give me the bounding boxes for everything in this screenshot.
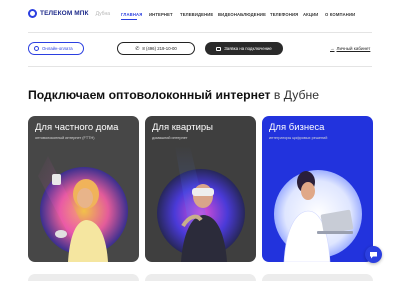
online-payment-label: Онлайн-оплата — [42, 46, 73, 51]
wallet-icon — [34, 46, 39, 51]
connection-request-button[interactable]: Заявка на подключение — [205, 42, 283, 55]
card-title: Для квартиры — [152, 122, 213, 133]
nav-item-video-surveillance[interactable]: ВИДЕОНАБЛЮДЕНИЕ — [218, 12, 270, 17]
phone-icon: ✆ — [135, 45, 140, 52]
card-title: Для частного дома — [35, 122, 119, 133]
actions-divider — [28, 66, 372, 67]
chat-button[interactable] — [365, 246, 382, 263]
card-private-house[interactable]: Для частного дома оптоволоконный интерне… — [28, 116, 139, 262]
logo[interactable]: ТЕЛЕКОМ МПК Дубна — [28, 9, 110, 18]
active-nav-underline — [121, 19, 137, 20]
nav-item-internet[interactable]: ИНТЕРНЕТ — [149, 12, 180, 17]
arrow-right-icon: → — [330, 46, 335, 51]
nav-item-tv[interactable]: ТЕЛЕВИДЕНИЕ — [180, 12, 218, 17]
card-next-row — [262, 274, 373, 281]
card-apartment[interactable]: Для квартиры домашний интернет — [145, 116, 256, 262]
page-title-main: Подключаем оптоволоконный интернет — [28, 88, 271, 102]
personal-account-label: Личный кабинет — [336, 46, 371, 51]
personal-account-link[interactable]: → Личный кабинет — [330, 46, 370, 51]
page-title: Подключаем оптоволоконный интернет в Дуб… — [28, 88, 319, 102]
connection-request-label: Заявка на подключение — [224, 46, 272, 51]
card-business[interactable]: Для бизнеса интеграторы цифровых решений — [262, 116, 373, 262]
logo-text: ТЕЛЕКОМ МПК — [40, 10, 89, 17]
card-subtitle: оптоволоконный интернет (FTTH) — [35, 136, 95, 140]
nav-item-telephony[interactable]: ТЕЛЕФОНИЯ — [270, 12, 303, 17]
card-title: Для бизнеса — [269, 122, 325, 133]
chat-icon — [370, 251, 377, 258]
header-divider — [28, 32, 372, 33]
nav-item-promotions[interactable]: АКЦИИ — [303, 12, 325, 17]
card-subtitle: домашний интернет — [152, 136, 188, 140]
page-title-city: в Дубне — [273, 88, 320, 102]
card-next-row — [145, 274, 256, 281]
phone-number: 8 (496) 219-10-00 — [142, 46, 177, 51]
nav-item-home[interactable]: ГЛАВНАЯ — [121, 12, 149, 17]
city-selector[interactable]: Дубна — [96, 11, 110, 17]
main-menu: ГЛАВНАЯ ИНТЕРНЕТ ТЕЛЕВИДЕНИЕ ВИДЕОНАБЛЮД… — [121, 12, 355, 17]
phone-button[interactable]: ✆ 8 (496) 219-10-00 — [117, 42, 195, 55]
nav-item-about[interactable]: О КОМПАНИИ — [325, 12, 355, 17]
document-icon — [216, 46, 222, 51]
logo-mark-icon — [28, 9, 37, 18]
card-subtitle: интеграторы цифровых решений — [269, 136, 328, 140]
card-next-row — [28, 274, 139, 281]
top-navigation: ТЕЛЕКОМ МПК Дубна ГЛАВНАЯ ИНТЕРНЕТ ТЕЛЕВ… — [0, 0, 400, 32]
online-payment-button[interactable]: Онлайн-оплата — [28, 42, 84, 55]
